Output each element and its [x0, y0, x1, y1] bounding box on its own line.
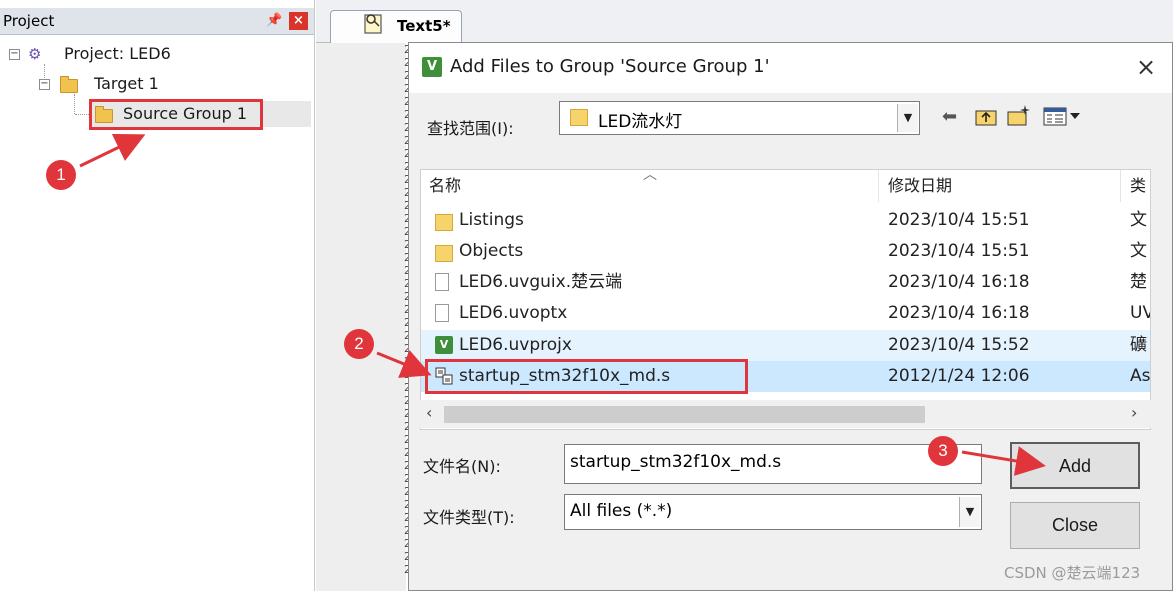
- project-panel: Project 📌 × − ⚙ Project: LED6 − Target 1…: [0, 0, 315, 591]
- column-header-name[interactable]: 名称: [429, 170, 461, 202]
- scroll-right-icon[interactable]: ›: [1131, 403, 1137, 422]
- file-name-label: 文件名(N):: [423, 457, 501, 476]
- back-arrow-icon[interactable]: ⬅: [942, 106, 957, 127]
- collapse-icon[interactable]: −: [9, 49, 20, 60]
- folder-icon: [435, 245, 453, 262]
- file-type: 文: [1130, 241, 1147, 261]
- file-icon: [435, 304, 449, 322]
- uvision-app-icon: V: [422, 57, 442, 77]
- tree-label-target: Target 1: [94, 74, 159, 93]
- tab-text5[interactable]: Text5*: [330, 10, 462, 43]
- scroll-left-icon[interactable]: ‹: [426, 403, 432, 422]
- view-menu-icon[interactable]: [1043, 106, 1081, 131]
- new-folder-icon[interactable]: [1007, 103, 1031, 132]
- tab-text5-label: Text5*: [397, 17, 451, 35]
- folder-icon: [570, 109, 588, 126]
- annotation-badge-1: 1: [46, 160, 76, 190]
- file-date: 2023/10/4 15:51: [888, 241, 1030, 261]
- tree-label-project: Project: LED6: [64, 44, 171, 63]
- add-button[interactable]: Add: [1010, 442, 1140, 489]
- file-name: Listings: [459, 210, 524, 230]
- file-type-label: 文件类型(T):: [423, 508, 515, 527]
- sort-ascending-icon: ︿: [643, 169, 657, 183]
- column-separator[interactable]: [878, 170, 879, 202]
- column-header-type[interactable]: 类: [1130, 170, 1146, 202]
- look-in-value: LED流水灯: [598, 112, 683, 132]
- project-panel-header: Project 📌 ×: [0, 8, 314, 35]
- file-row[interactable]: LED6.uvguix.楚云端 2023/10/4 16:18 楚: [421, 267, 1150, 298]
- folder-icon: [435, 214, 453, 231]
- file-type: 楚: [1130, 272, 1147, 292]
- target-folder-icon: [60, 76, 78, 93]
- chevron-down-icon[interactable]: ▼: [897, 104, 918, 132]
- file-row[interactable]: Listings 2023/10/4 15:51 文: [421, 205, 1150, 236]
- scrollbar-thumb[interactable]: [444, 406, 925, 423]
- file-name: LED6.uvoptx: [459, 303, 568, 323]
- csdn-watermark: CSDN @楚云端123: [1004, 564, 1141, 582]
- pin-icon[interactable]: 📌: [266, 8, 282, 34]
- file-type: UV: [1130, 303, 1150, 323]
- dialog-title: Add Files to Group 'Source Group 1': [450, 56, 770, 77]
- file-row[interactable]: LED6.uvoptx 2023/10/4 16:18 UV: [421, 298, 1150, 329]
- file-name: Objects: [459, 241, 524, 261]
- add-files-dialog: V Add Files to Group 'Source Group 1' × …: [408, 42, 1173, 591]
- project-panel-title: Project: [3, 12, 55, 30]
- file-icon: [435, 273, 449, 291]
- annotation-badge-3: 3: [928, 436, 958, 466]
- highlight-box-source-group: [89, 99, 263, 130]
- file-type: 文: [1130, 210, 1147, 230]
- file-date: 2023/10/4 16:18: [888, 272, 1030, 292]
- file-type-combobox[interactable]: All files (*.*) ▼: [564, 494, 982, 530]
- annotation-badge-2: 2: [344, 329, 374, 359]
- look-in-combobox[interactable]: LED流水灯 ▼: [559, 101, 920, 135]
- tree-line: [75, 114, 89, 115]
- file-date: 2023/10/4 16:18: [888, 303, 1030, 323]
- file-name: LED6.uvprojx: [459, 335, 572, 355]
- chevron-down-icon[interactable]: ▼: [959, 497, 980, 527]
- edited-document-icon: [364, 12, 382, 34]
- look-in-label: 查找范围(I):: [427, 119, 514, 138]
- up-folder-icon[interactable]: [975, 106, 997, 131]
- file-date: 2023/10/4 15:52: [888, 335, 1030, 355]
- project-icon: ⚙: [28, 45, 42, 63]
- file-row-hover[interactable]: V LED6.uvprojx 2023/10/4 15:52 礦: [421, 330, 1150, 361]
- column-header-date[interactable]: 修改日期: [888, 170, 952, 202]
- file-date: 2023/10/4 15:51: [888, 210, 1030, 230]
- dialog-close-icon[interactable]: ×: [1136, 53, 1156, 81]
- file-name-input[interactable]: startup_stm32f10x_md.s: [564, 444, 982, 484]
- panel-close-icon[interactable]: ×: [289, 12, 308, 30]
- uvision-project-icon: V: [435, 336, 453, 354]
- file-type-value: All files (*.*): [570, 501, 673, 521]
- editor-gutter: [316, 43, 406, 591]
- file-name: LED6.uvguix.楚云端: [459, 272, 623, 292]
- dialog-titlebar: V Add Files to Group 'Source Group 1' ×: [409, 43, 1172, 93]
- tree-line: [74, 94, 75, 114]
- file-type: As: [1130, 366, 1151, 386]
- highlight-box-startup-file: [425, 359, 748, 394]
- file-name-input-value: startup_stm32f10x_md.s: [570, 452, 782, 472]
- column-separator[interactable]: [1120, 170, 1121, 202]
- horizontal-scrollbar[interactable]: ‹ ›: [420, 400, 1151, 428]
- file-row[interactable]: Objects 2023/10/4 15:51 文: [421, 236, 1150, 267]
- file-type: 礦: [1130, 335, 1147, 355]
- file-date: 2012/1/24 12:06: [888, 366, 1030, 386]
- collapse-icon[interactable]: −: [39, 79, 50, 90]
- close-button[interactable]: Close: [1010, 502, 1140, 549]
